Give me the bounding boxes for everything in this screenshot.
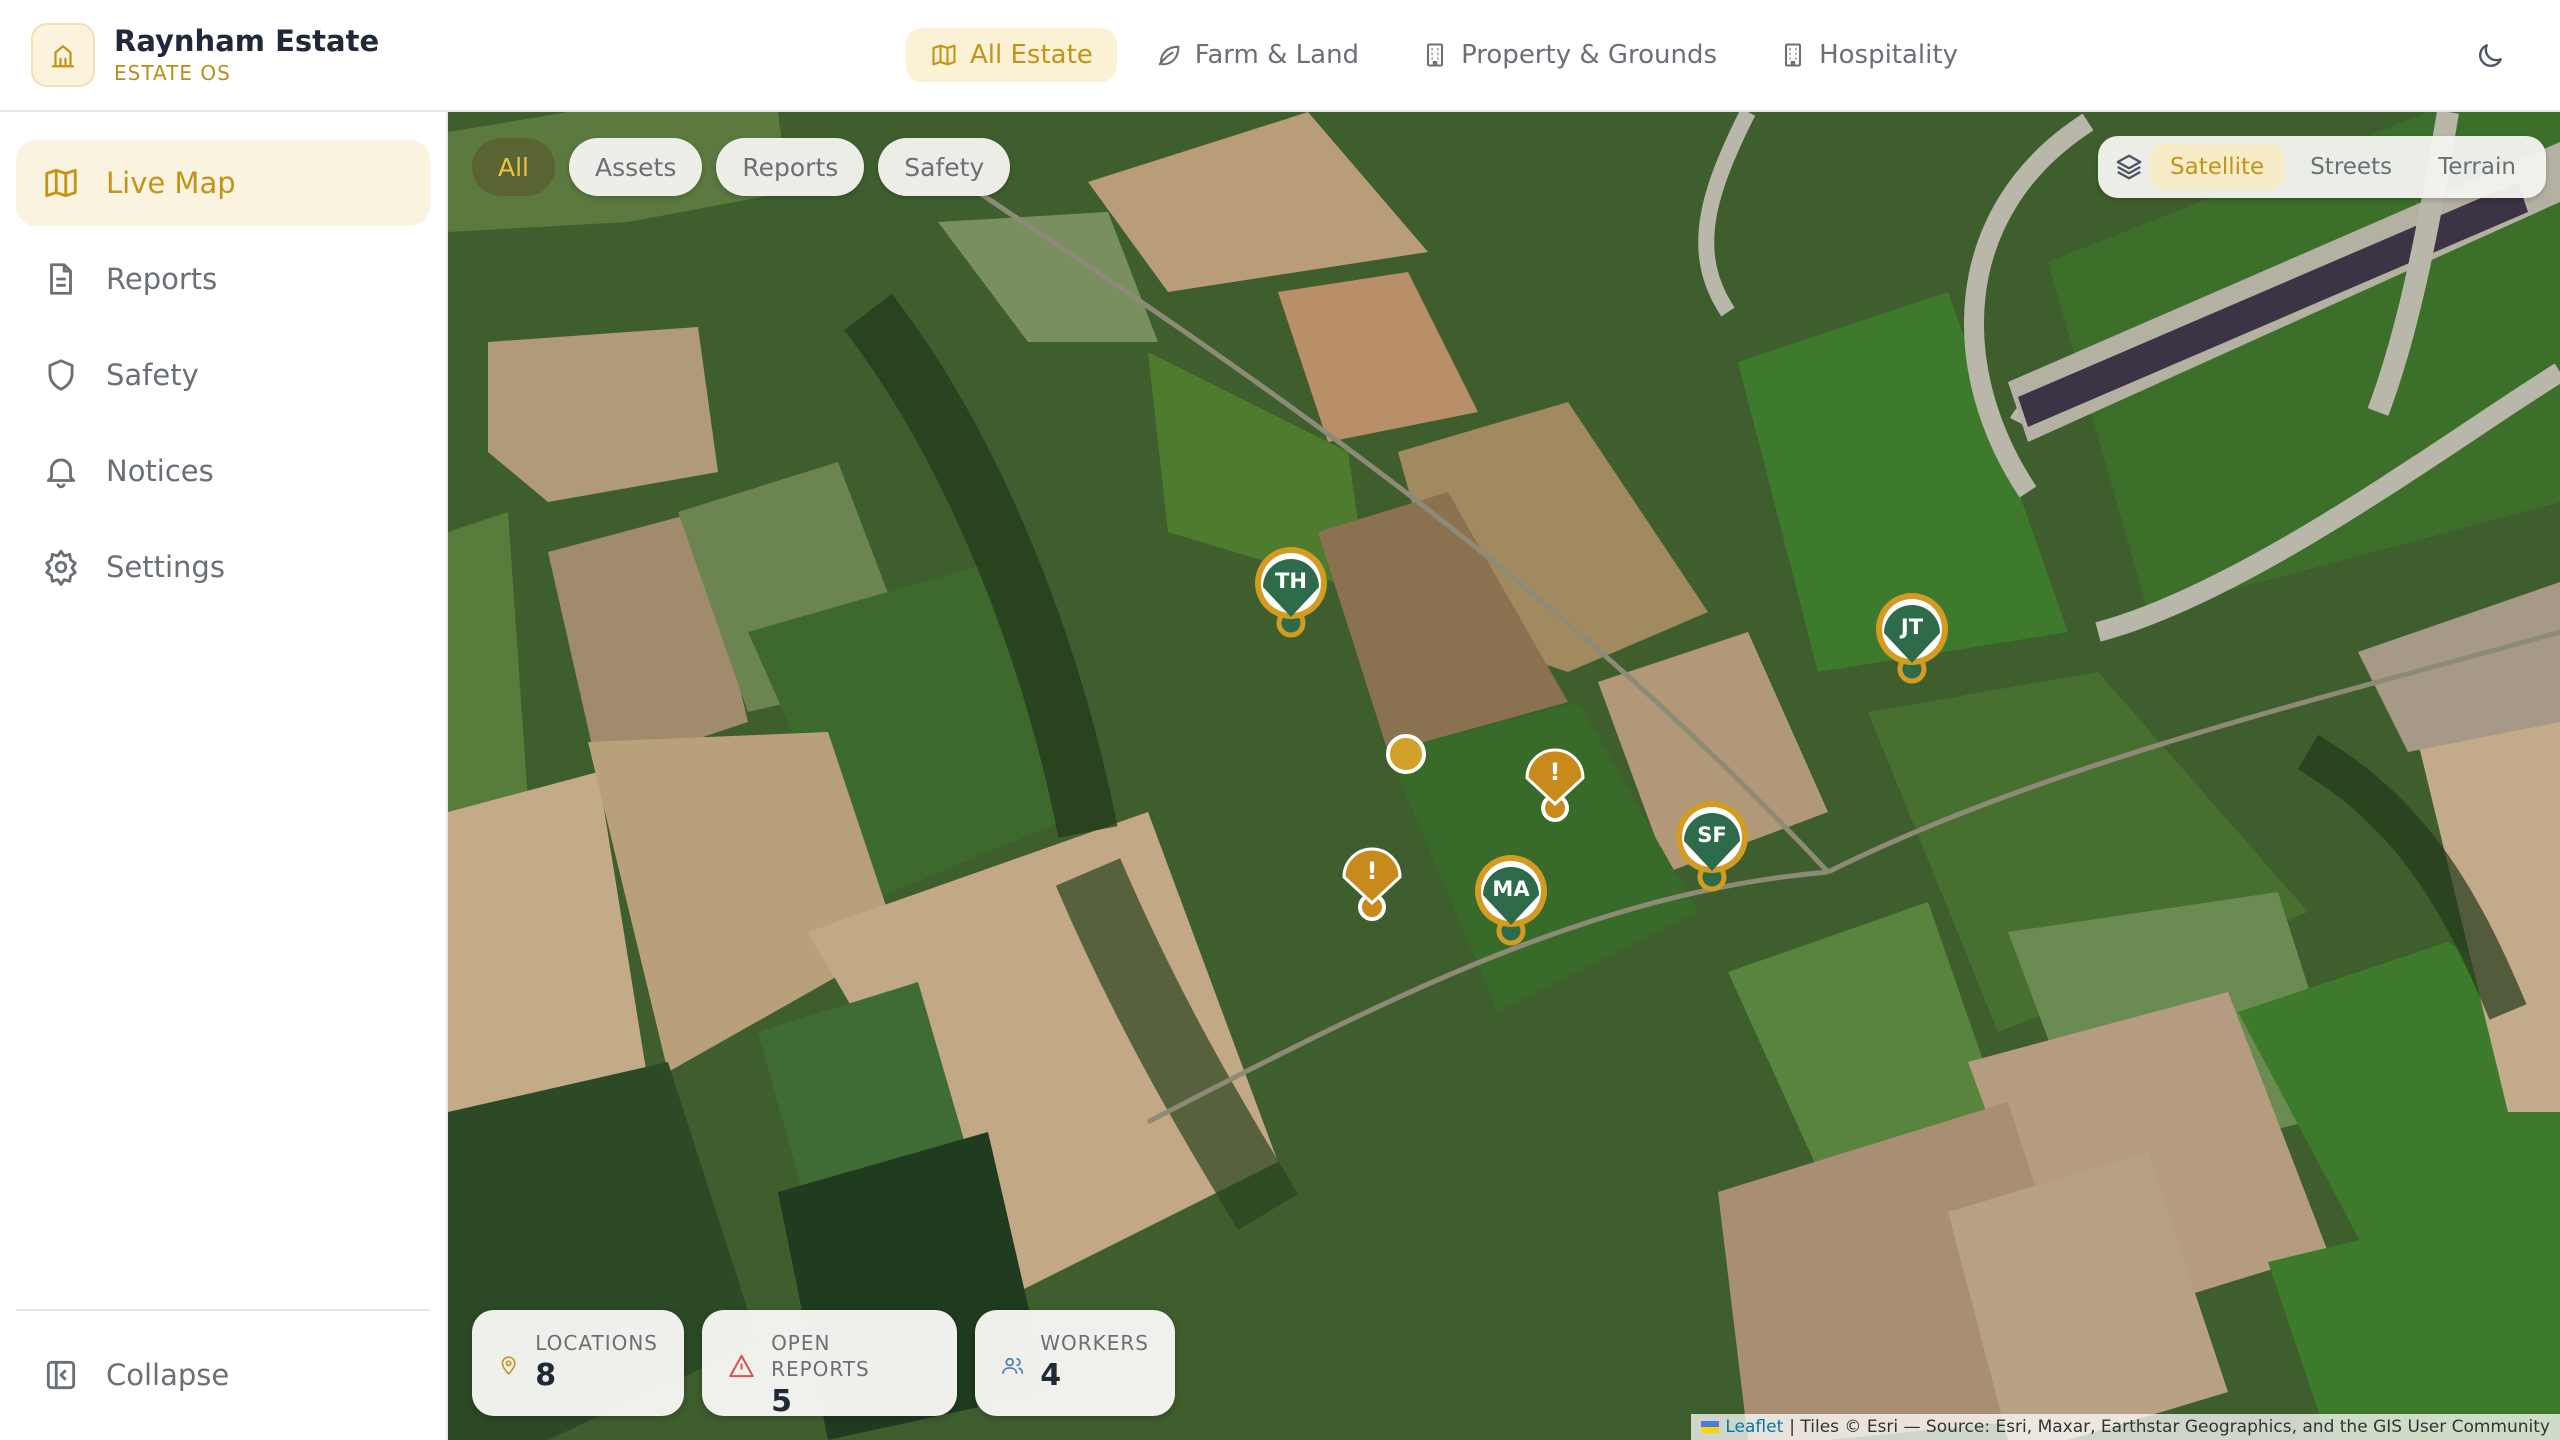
stat-value: 5: [771, 1384, 792, 1419]
leaf-icon: [1158, 45, 1180, 66]
nav-label: All Estate: [970, 40, 1093, 70]
stat-label: OPEN REPORTS: [771, 1331, 870, 1381]
alert-symbol: !: [1549, 758, 1561, 786]
worker-initials: SF: [1697, 823, 1727, 847]
nav-all-estate[interactable]: All Estate: [906, 28, 1117, 82]
sidebar-item-label: Notices: [106, 454, 214, 488]
sidebar-item-label: Safety: [106, 358, 199, 392]
filter-assets[interactable]: Assets: [569, 138, 703, 196]
top-header: Raynham Estate ESTATE OS All Estate Farm…: [0, 0, 2560, 112]
stat-open-reports: OPEN REPORTS 5: [702, 1310, 957, 1419]
gear-icon: [45, 549, 77, 586]
pin-icon: [501, 1356, 516, 1375]
collapse-sidebar-button[interactable]: Collapse: [16, 1332, 430, 1418]
sidebar-divider: [16, 1309, 430, 1311]
stat-label: WORKERS: [1040, 1331, 1149, 1355]
theme-toggle-button[interactable]: [2470, 36, 2510, 76]
map-icon: [45, 168, 77, 198]
sidebar-item-live-map[interactable]: Live Map: [16, 140, 430, 226]
report-alert-marker[interactable]: !: [1523, 744, 1587, 828]
leaflet-link[interactable]: Leaflet: [1725, 1417, 1783, 1437]
sidebar-item-label: Reports: [106, 262, 218, 296]
asset-marker[interactable]: [1386, 734, 1426, 774]
map-layer-switcher: Satellite Streets Terrain: [2098, 136, 2546, 198]
stat-label: LOCATIONS: [535, 1331, 658, 1355]
report-alert-marker[interactable]: !: [1340, 843, 1404, 927]
map-pin-icon: [1255, 547, 1327, 638]
filter-safety[interactable]: Safety: [878, 138, 1011, 196]
map-attribution: Leaflet | Tiles © Esri — Source: Esri, M…: [1691, 1414, 2560, 1440]
brand-title: Raynham Estate: [114, 24, 380, 58]
collapse-label: Collapse: [106, 1358, 230, 1392]
alert-symbol: !: [1366, 857, 1378, 885]
brand-subtitle: ESTATE OS: [114, 61, 231, 85]
map-pin-icon: [1876, 593, 1948, 684]
nav-label: Farm & Land: [1194, 40, 1360, 70]
stat-value: 4: [1040, 1358, 1062, 1393]
sidebar-item-settings[interactable]: Settings: [16, 524, 430, 610]
map-filter-bar: All Assets Reports Safety: [472, 138, 1011, 196]
stat-workers: WORKERS 4: [975, 1310, 1175, 1416]
bell-icon: [46, 458, 76, 489]
users-icon: [1002, 1357, 1024, 1374]
division-nav: All Estate Farm & Land Property & Ground…: [906, 28, 1982, 82]
layers-icon: [2116, 154, 2142, 180]
filter-reports[interactable]: Reports: [716, 138, 865, 196]
layer-terrain[interactable]: Terrain: [2418, 144, 2536, 190]
nav-label: Property & Grounds: [1461, 40, 1718, 70]
filter-all[interactable]: All: [472, 138, 555, 196]
stat-locations: LOCATIONS 8: [472, 1310, 684, 1416]
worker-marker-th[interactable]: TH: [1251, 545, 1331, 643]
worker-initials: MA: [1492, 877, 1530, 901]
worker-marker-sf[interactable]: SF: [1672, 799, 1752, 897]
sidebar: Live Map Reports Safety Notices Settings…: [0, 112, 448, 1440]
sidebar-item-safety[interactable]: Safety: [16, 332, 430, 418]
nav-hospitality[interactable]: Hospitality: [1755, 28, 1982, 82]
map-icon: [932, 44, 956, 66]
tiles-credit: | Tiles © Esri — Source: Esri, Maxar, Ea…: [1789, 1417, 2550, 1437]
worker-marker-ma[interactable]: MA: [1471, 853, 1551, 951]
stat-value: 8: [535, 1358, 557, 1393]
layer-satellite[interactable]: Satellite: [2150, 144, 2285, 190]
building-icon: [1427, 43, 1444, 67]
nav-label: Hospitality: [1819, 40, 1958, 70]
worker-initials: TH: [1275, 569, 1307, 593]
map-pin-icon: [1475, 855, 1547, 946]
satellite-map-tiles[interactable]: [448, 112, 2560, 1440]
worker-initials: JT: [1900, 615, 1924, 639]
layer-streets[interactable]: Streets: [2290, 144, 2412, 190]
alert-pin-icon: [1342, 847, 1402, 921]
sidebar-item-label: Live Map: [106, 166, 236, 200]
nav-farm-land[interactable]: Farm & Land: [1131, 28, 1383, 82]
ukraine-flag-icon: [1701, 1421, 1720, 1433]
estate-logo-icon: [31, 23, 95, 87]
document-icon: [50, 263, 72, 295]
live-map[interactable]: All Assets Reports Safety Satellite Stre…: [448, 112, 2560, 1440]
warning-icon: [729, 1354, 754, 1378]
sidebar-item-notices[interactable]: Notices: [16, 428, 430, 514]
nav-property-grounds[interactable]: Property & Grounds: [1397, 28, 1741, 82]
sidebar-item-label: Settings: [106, 550, 225, 584]
brand[interactable]: Raynham Estate ESTATE OS: [31, 23, 379, 87]
sidebar-item-reports[interactable]: Reports: [16, 236, 430, 322]
map-stats: LOCATIONS 8 OPEN REPORTS 5 WORKERS 4: [472, 1310, 1175, 1419]
worker-marker-jt[interactable]: JT: [1872, 591, 1952, 689]
alert-pin-icon: [1525, 748, 1585, 822]
shield-icon: [48, 359, 74, 391]
moon-icon: [2479, 44, 2502, 67]
building-icon: [1785, 43, 1802, 67]
asset-dot-icon: [1386, 734, 1426, 774]
map-pin-icon: [1676, 801, 1748, 892]
collapse-icon: [46, 1360, 76, 1390]
